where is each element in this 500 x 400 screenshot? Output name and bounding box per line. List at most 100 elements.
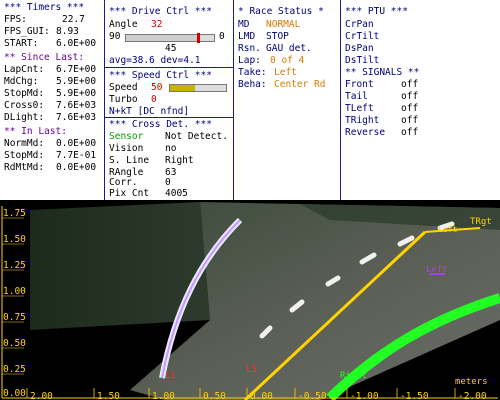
l5-marker-label: L5	[246, 365, 257, 375]
rdmtmd-label: RdMtMd:	[4, 162, 45, 173]
fps-label: FPS:	[4, 14, 27, 25]
y-tick-label: 0.50	[3, 338, 26, 349]
sline-label: S. Line	[109, 155, 150, 166]
drive-title: *** Drive Ctrl ***	[109, 6, 212, 17]
lap-label: Lap:	[238, 55, 261, 66]
signal-reverse-label: Reverse	[345, 127, 386, 138]
speed-value: 50	[151, 82, 163, 93]
since-last-title: ** Since Last:	[4, 52, 85, 63]
x-tick-label: -1.50	[400, 391, 429, 400]
signal-tail-label: Tail	[345, 91, 368, 102]
l1-marker-label: L1	[165, 371, 176, 381]
cross-title: *** Cross Det. ***	[109, 119, 212, 130]
fps-gui-value: 8.93	[56, 26, 79, 37]
ptu-item-crpan: CrPan	[345, 19, 374, 30]
corr-label: Corr.	[109, 177, 138, 188]
speed-label: Speed	[109, 82, 138, 93]
x-tick-label: 1.00	[152, 391, 175, 400]
signal-tail-value: off	[401, 91, 419, 102]
take-label: Take:	[238, 67, 267, 78]
angle-slider-knob[interactable]	[197, 33, 201, 43]
x-tick-label: -0.50	[298, 391, 327, 400]
section-divider	[105, 67, 233, 68]
x-tick-label: 0.50	[203, 391, 226, 400]
y-tick-label: 0.25	[3, 364, 26, 375]
y-tick-label: 0.75	[3, 312, 26, 323]
normmd-value: 0.0E+00	[56, 138, 97, 149]
turbo-label: Turbo	[109, 94, 138, 105]
y-tick-label: 1.75	[3, 208, 26, 219]
angle-value: 32	[151, 19, 163, 30]
camera-overlay: Left L1 L5 Right TRgt Left 1.751.501.251…	[0, 200, 500, 400]
units-label: meters	[455, 377, 488, 387]
signal-tleft-value: off	[401, 103, 419, 114]
stopmd2-value: 7.7E-01	[56, 150, 97, 161]
angle-label: Angle	[109, 19, 138, 30]
ptu-column: *** PTU *** CrPan CrTilt DsPan DsTilt **…	[341, 0, 500, 200]
dlight-label: DLight:	[4, 112, 45, 123]
stopmd2-label: StopMd:	[4, 150, 45, 161]
signal-tright-label: TRight	[345, 115, 380, 126]
timers-title: *** Timers ***	[4, 2, 85, 13]
turbo-value: 0	[151, 94, 157, 105]
stopmd-value: 5.9E+00	[56, 88, 97, 99]
nkt-text: N+kT [DC nfnd]	[109, 106, 190, 117]
avg-dev-text: avg=38.6 dev=4.1	[109, 55, 201, 66]
signals-title: ** SIGNALS **	[345, 67, 420, 78]
vision-value: no	[165, 143, 177, 154]
x-tick-label: 2.00	[30, 391, 53, 400]
drive-column: *** Drive Ctrl *** Angle 32 90 0 45 avg=…	[105, 0, 233, 200]
slider-max: 0	[219, 31, 225, 42]
start-label: START:	[4, 38, 39, 49]
lmd-label: LMD	[238, 31, 256, 42]
y-tick-label: 0.00	[3, 388, 26, 399]
md-label: MD	[238, 19, 250, 30]
fps-value: 22.7	[62, 14, 85, 25]
pixcnt-label: Pix Cnt	[109, 188, 150, 199]
stopmd-label: StopMd:	[4, 88, 45, 99]
telemetry-panel: *** Timers *** FPS: 22.7 FPS_GUI: 8.93 S…	[0, 0, 500, 200]
sensor-label: Sensor	[109, 131, 144, 142]
lap-value: 0 of 4	[270, 55, 305, 66]
signal-tright-value: off	[401, 115, 419, 126]
signal-reverse-value: off	[401, 127, 419, 138]
slider-min: 90	[109, 31, 121, 42]
ptu-title: *** PTU ***	[345, 6, 408, 17]
cross0-value: 7.6E+03	[56, 100, 97, 111]
y-tick-label: 1.50	[3, 234, 26, 245]
angle-slider[interactable]	[125, 33, 215, 43]
race-column: * Race Status * MD NORMAL LMD STOP Rsn. …	[234, 0, 340, 200]
x-tick-label: 1.50	[97, 391, 120, 400]
speed-title: *** Speed Ctrl ***	[109, 70, 212, 81]
timers-column: *** Timers *** FPS: 22.7 FPS_GUI: 8.93 S…	[0, 0, 104, 200]
sensor-value: Not Detect.	[165, 131, 228, 142]
y-tick-label: 1.00	[3, 286, 26, 297]
yellow-top-label: Left	[438, 225, 457, 234]
signal-front-value: off	[401, 79, 419, 90]
right-marker-label: Right	[340, 371, 367, 381]
start-value: 6.0E+00	[56, 38, 97, 49]
race-title: * Race Status *	[238, 6, 324, 17]
speed-slider[interactable]	[169, 84, 227, 92]
lapcnt-value: 6.7E+00	[56, 64, 97, 75]
angle-slider-fill	[126, 35, 199, 41]
corr-value: 0	[165, 177, 171, 188]
beha-value: Center Rd	[274, 79, 326, 90]
tright-marker-label: TRgt	[470, 217, 492, 227]
beha-label: Beha:	[238, 79, 267, 90]
fps-gui-label: FPS_GUI:	[4, 26, 50, 37]
lapcnt-label: LapCnt:	[4, 64, 45, 75]
in-last-title: ** In Last:	[4, 126, 67, 137]
ptu-item-dstilt: DsTilt	[345, 55, 380, 66]
mdchg-value: 5.9E+00	[56, 76, 97, 87]
ptu-item-dspan: DsPan	[345, 43, 374, 54]
vision-label: Vision	[109, 143, 144, 154]
x-tick-label: 0.00	[250, 391, 273, 400]
mdchg-label: MdChg:	[4, 76, 39, 87]
cross0-label: Cross0:	[4, 100, 45, 111]
dlight-value: 7.6E+03	[56, 112, 97, 123]
take-value: Left	[274, 67, 297, 78]
slider-mid: 45	[165, 43, 177, 54]
section-divider	[105, 117, 233, 118]
md-value: NORMAL	[266, 19, 301, 30]
